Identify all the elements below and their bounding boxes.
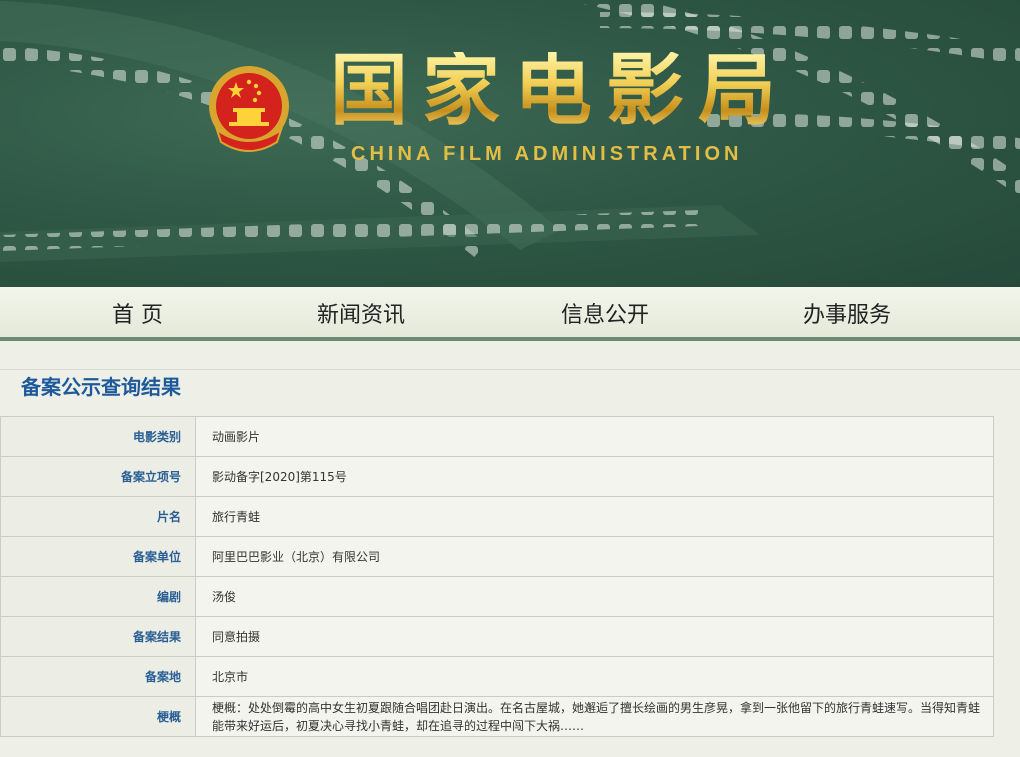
row-label: 梗概 [0, 696, 196, 737]
row-label: 备案地 [0, 656, 196, 697]
row-value: 同意拍摄 [195, 616, 994, 657]
nav-item-info[interactable]: 信息公开 [561, 297, 649, 329]
site-title-cn: 国家电影局 [330, 46, 791, 136]
row-value: 北京市 [195, 656, 994, 697]
table-row: 备案结果 同意拍摄 [0, 616, 994, 657]
nav-item-services[interactable]: 办事服务 [803, 297, 891, 329]
main-nav: 首 页 新闻资讯 信息公开 办事服务 [0, 287, 1020, 341]
row-value: 汤俊 [195, 576, 994, 617]
page-title: 备案公示查询结果 [21, 375, 181, 399]
row-value: 影动备字[2020]第115号 [195, 456, 994, 497]
table-row: 编剧 汤俊 [0, 576, 994, 617]
row-label: 备案立项号 [0, 456, 196, 497]
table-row: 备案立项号 影动备字[2020]第115号 [0, 456, 994, 497]
record-table: 电影类别 动画影片 备案立项号 影动备字[2020]第115号 片名 旅行青蛙 … [0, 416, 994, 737]
row-value: 梗概：处处倒霉的高中女生初夏跟随合唱团赴日演出。在名古屋城，她邂逅了擅长绘画的男… [195, 696, 994, 737]
divider [0, 369, 1020, 370]
table-row: 梗概 梗概：处处倒霉的高中女生初夏跟随合唱团赴日演出。在名古屋城，她邂逅了擅长绘… [0, 696, 994, 737]
row-value: 旅行青蛙 [195, 496, 994, 537]
row-value: 阿里巴巴影业（北京）有限公司 [195, 536, 994, 577]
table-row: 电影类别 动画影片 [0, 416, 994, 457]
national-emblem-icon [209, 66, 289, 152]
row-label: 片名 [0, 496, 196, 537]
table-row: 备案地 北京市 [0, 656, 994, 697]
nav-item-news[interactable]: 新闻资讯 [317, 297, 405, 329]
main-content: 备案公示查询结果 电影类别 动画影片 备案立项号 影动备字[2020]第115号… [0, 341, 1020, 757]
row-value: 动画影片 [195, 416, 994, 457]
row-label: 编剧 [0, 576, 196, 617]
row-label: 电影类别 [0, 416, 196, 457]
row-label: 备案结果 [0, 616, 196, 657]
site-banner: 国家电影局 CHINA FILM ADMINISTRATION [0, 0, 1020, 287]
table-row: 片名 旅行青蛙 [0, 496, 994, 537]
row-label: 备案单位 [0, 536, 196, 577]
site-title-en: CHINA FILM ADMINISTRATION [351, 143, 743, 165]
nav-item-home[interactable]: 首 页 [112, 297, 163, 329]
table-row: 备案单位 阿里巴巴影业（北京）有限公司 [0, 536, 994, 577]
